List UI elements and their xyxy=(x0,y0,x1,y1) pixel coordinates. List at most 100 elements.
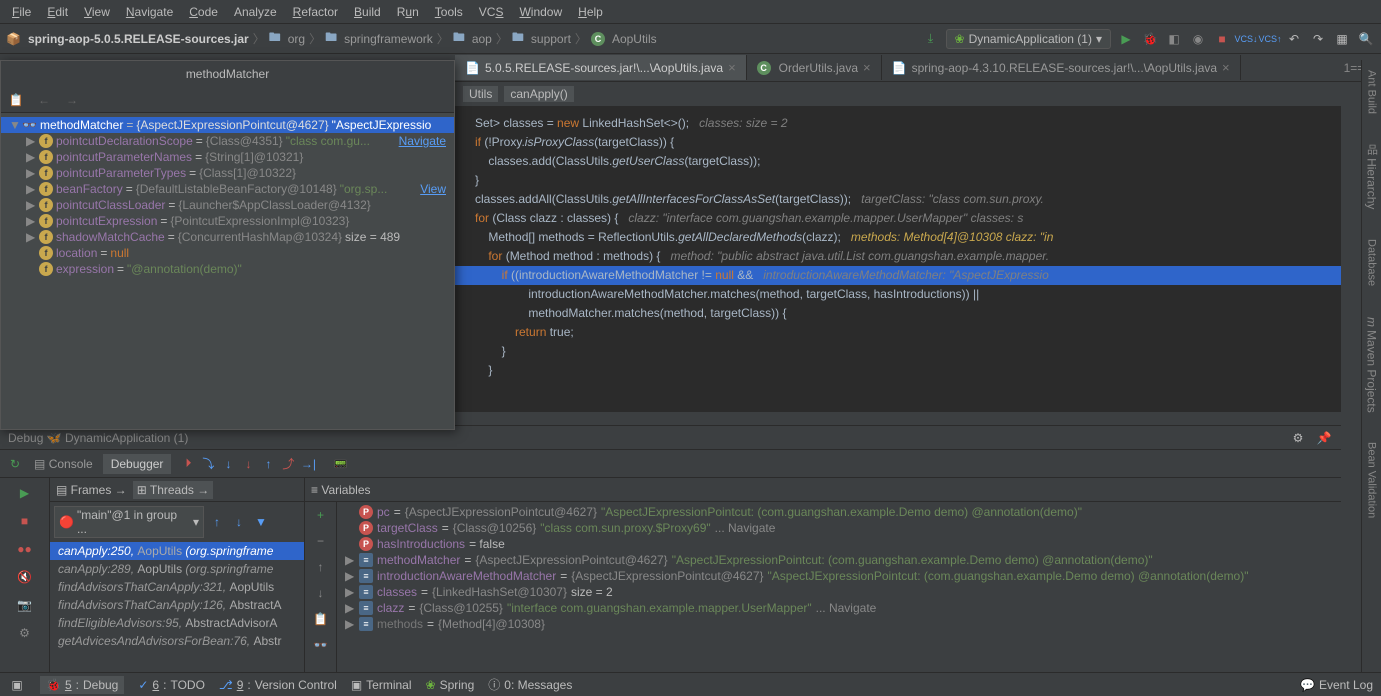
popup-var-row[interactable]: ▶ f shadowMatchCache = {ConcurrentHashMa… xyxy=(1,229,454,245)
tab-debugger[interactable]: Debugger xyxy=(103,454,172,474)
navigate-link[interactable]: View xyxy=(420,182,446,196)
build-icon[interactable]: ⤓ xyxy=(922,30,940,48)
tab-orderutils[interactable]: C OrderUtils.java × xyxy=(747,55,882,80)
bc-cls[interactable]: AopUtils xyxy=(612,32,657,46)
tool-windows-icon[interactable]: ▣ xyxy=(8,676,26,694)
collapse-icon[interactable]: ▼ xyxy=(9,118,19,132)
expand-icon[interactable]: ▶ xyxy=(345,569,355,583)
status-messages[interactable]: ⓘ 0: Messages xyxy=(488,676,572,693)
navigate-link[interactable]: ... Navigate xyxy=(816,601,877,615)
step-into-icon[interactable]: ↓ xyxy=(219,455,237,473)
remove-watch-icon[interactable]: − xyxy=(312,532,330,550)
variable-row[interactable]: ▶ ≡ methods = {Method[4]@10308} xyxy=(337,616,1341,632)
status-terminal[interactable]: ▣ Terminal xyxy=(351,678,412,692)
close-icon[interactable]: × xyxy=(863,60,871,75)
popup-var-row[interactable]: f location = null xyxy=(1,245,454,261)
breakpoints-icon[interactable]: ●● xyxy=(16,540,34,558)
expand-icon[interactable]: ▶ xyxy=(26,182,36,196)
code-line[interactable]: classes.add(ClassUtils.getUserClass(targ… xyxy=(455,152,1341,171)
resume-program-icon[interactable]: ▶ xyxy=(16,484,34,502)
frame-row[interactable]: canApply:250, AopUtils (org.springframe xyxy=(50,542,304,560)
step-out-icon[interactable]: ↑ xyxy=(259,455,277,473)
frame-row[interactable]: getAdvicesAndAdvisorsForBean:76, Abstr xyxy=(50,632,304,650)
copy-icon[interactable]: 📋 xyxy=(312,610,330,628)
expand-icon[interactable]: ▶ xyxy=(26,166,36,180)
expand-icon[interactable]: ▶ xyxy=(26,150,36,164)
variable-row[interactable]: P pc = {AspectJExpressionPointcut@4627} … xyxy=(337,504,1341,520)
menu-refactor[interactable]: Refactor xyxy=(285,3,346,21)
settings-icon[interactable]: ⚙ xyxy=(1289,429,1307,447)
menu-build[interactable]: Build xyxy=(346,3,389,21)
new-watch-icon[interactable]: 📋 xyxy=(7,91,25,109)
sidebar-ant-build[interactable]: Ant Build xyxy=(1366,70,1378,114)
frames-list[interactable]: canApply:250, AopUtils (org.springframec… xyxy=(50,542,304,672)
code-line[interactable]: if ((introductionAwareMethodMatcher != n… xyxy=(455,266,1341,285)
frame-row[interactable]: findAdvisorsThatCanApply:126, AbstractA xyxy=(50,596,304,614)
variable-row[interactable]: ▶ ≡ introductionAwareMethodMatcher = {As… xyxy=(337,568,1341,584)
bc-p4[interactable]: support xyxy=(531,32,571,46)
rerun-icon[interactable]: ↻ xyxy=(6,455,24,473)
bc-jar[interactable]: spring-aop-5.0.5.RELEASE-sources.jar xyxy=(28,32,249,46)
watches-icon[interactable]: 👓 xyxy=(312,636,330,654)
expand-icon[interactable]: ▶ xyxy=(345,617,355,631)
debug-button[interactable]: 🐞 xyxy=(1141,30,1159,48)
threads-tab[interactable]: ⊞ Threads → xyxy=(133,481,214,499)
code-editor[interactable]: Utils canApply() Set> classes = new Link… xyxy=(455,82,1341,412)
prev-frame-icon[interactable]: ↑ xyxy=(208,513,226,531)
filter-icon[interactable]: ▼ xyxy=(252,513,270,531)
popup-var-row[interactable]: ▶ f pointcutClassLoader = {Launcher$AppC… xyxy=(1,197,454,213)
force-step-into-icon[interactable]: ↓ xyxy=(239,455,257,473)
history-icon[interactable]: ↶ xyxy=(1285,30,1303,48)
navigate-link[interactable]: Navigate xyxy=(399,134,446,148)
menu-window[interactable]: Window xyxy=(511,3,570,21)
status-spring[interactable]: ❀ Spring xyxy=(426,678,475,692)
expand-icon[interactable]: ▶ xyxy=(26,198,36,212)
mute-breakpoints-icon[interactable]: 🔇 xyxy=(16,568,34,586)
next-frame-icon[interactable]: ↓ xyxy=(230,513,248,531)
stop-button[interactable]: ■ xyxy=(1213,30,1231,48)
variable-row[interactable]: ▶ ≡ methodMatcher = {AspectJExpressionPo… xyxy=(337,552,1341,568)
coverage-button[interactable]: ◧ xyxy=(1165,30,1183,48)
down-icon[interactable]: ↓ xyxy=(312,584,330,602)
popup-var-row[interactable]: ▶ f pointcutExpression = {PointcutExpres… xyxy=(1,213,454,229)
add-watch-icon[interactable]: + xyxy=(312,506,330,524)
status-todo[interactable]: ✓ 6: TODO xyxy=(138,678,205,692)
menu-run[interactable]: Run xyxy=(389,3,427,21)
step-over-icon[interactable]: ⤵ xyxy=(199,455,217,473)
menu-file[interactable]: FFileile xyxy=(4,3,39,21)
variable-row[interactable]: P targetClass = {Class@10256} "class com… xyxy=(337,520,1341,536)
resume-icon[interactable]: ⏵ xyxy=(179,455,197,473)
menu-vcs[interactable]: VCS xyxy=(471,3,512,21)
crumb-method[interactable]: canApply() xyxy=(504,86,573,102)
stop-program-icon[interactable]: ■ xyxy=(16,512,34,530)
code-line[interactable]: return true; xyxy=(455,323,1341,342)
code-line[interactable]: if (!Proxy.isProxyClass(targetClass)) { xyxy=(455,133,1341,152)
popup-root-row[interactable]: ▼ 👓 methodMatcher = {AspectJExpressionPo… xyxy=(1,117,454,133)
frame-row[interactable]: findAdvisorsThatCanApply:321, AopUtils xyxy=(50,578,304,596)
bc-p1[interactable]: org xyxy=(288,32,305,46)
vcs-commit-icon[interactable]: VCS↑ xyxy=(1261,30,1279,48)
code-line[interactable]: for (Class clazz : classes) { clazz: "in… xyxy=(455,209,1341,228)
evaluate-icon[interactable]: 📟 xyxy=(331,455,349,473)
vcs-update-icon[interactable]: VCS↓ xyxy=(1237,30,1255,48)
navigate-link[interactable]: ... Navigate xyxy=(715,521,776,535)
tab-aoputils-505[interactable]: 📄 5.0.5.RELEASE-sources.jar!\...\AopUtil… xyxy=(455,55,747,80)
tab-console[interactable]: ▤ Console xyxy=(26,454,101,474)
menu-navigate[interactable]: Navigate xyxy=(118,3,181,21)
frames-tab[interactable]: ▤ Frames → xyxy=(56,483,127,497)
forward-icon[interactable]: → xyxy=(63,91,81,109)
up-icon[interactable]: ↑ xyxy=(312,558,330,576)
revert-icon[interactable]: ↷ xyxy=(1309,30,1327,48)
thread-dump-icon[interactable]: 📷 xyxy=(16,596,34,614)
popup-var-row[interactable]: f expression = "@annotation(demo)" xyxy=(1,261,454,277)
bc-p3[interactable]: aop xyxy=(472,32,492,46)
status-version-control[interactable]: ⎇ 9: Version Control xyxy=(219,678,337,692)
expand-icon[interactable]: ▶ xyxy=(345,585,355,599)
code-line[interactable]: methodMatcher.matches(method, targetClas… xyxy=(455,304,1341,323)
expand-icon[interactable]: ▶ xyxy=(26,214,36,228)
variable-row[interactable]: ▶ ≡ classes = {LinkedHashSet@10307} size… xyxy=(337,584,1341,600)
close-icon[interactable]: × xyxy=(1222,60,1230,75)
frame-row[interactable]: findEligibleAdvisors:95, AbstractAdvisor… xyxy=(50,614,304,632)
sidebar-hierarchy[interactable]: 品 Hierarchy xyxy=(1364,144,1380,209)
sidebar-database[interactable]: Database xyxy=(1366,239,1378,286)
